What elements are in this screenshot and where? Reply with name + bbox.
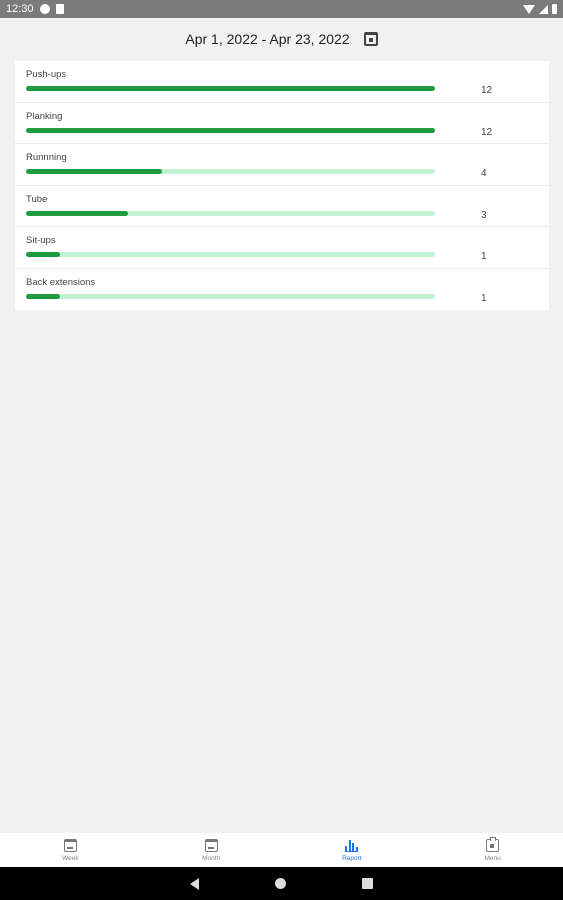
nav-label: Week <box>62 854 79 862</box>
exercise-count: 12 <box>481 126 493 138</box>
exercise-name: Runnning <box>26 152 67 163</box>
exercise-count: 3 <box>481 209 487 221</box>
exercise-name: Planking <box>26 110 63 122</box>
date-range-header: Apr 1, 2022 - Apr 23, 2022 <box>0 26 563 52</box>
wifi-icon <box>523 4 535 14</box>
nav-label: Menu <box>484 854 501 862</box>
progress-fill <box>26 210 129 216</box>
signal-icon <box>539 4 548 14</box>
back-icon[interactable] <box>190 877 199 890</box>
sd-card-icon <box>55 4 64 14</box>
nav-item-menu[interactable]: Menu <box>422 833 563 867</box>
progress-track <box>26 210 435 216</box>
exercise-count: 12 <box>481 85 493 96</box>
bar-chart-icon <box>345 839 359 852</box>
list-item[interactable]: Tube 3 <box>15 186 549 227</box>
status-bar: 12:30 <box>0 0 563 18</box>
calendar-icon[interactable] <box>363 32 378 46</box>
date-range[interactable]: Apr 1, 2022 - Apr 23, 2022 <box>185 31 349 47</box>
progress-fill <box>26 169 163 174</box>
calendar-icon <box>63 838 77 852</box>
exercise-name: Tube <box>26 193 48 205</box>
exercise-count: 1 <box>481 251 487 262</box>
exercise-count: 1 <box>481 292 487 304</box>
home-icon[interactable] <box>275 878 286 889</box>
progress-fill <box>26 86 435 91</box>
progress-fill <box>26 293 60 299</box>
nav-item-report[interactable]: Report <box>282 833 423 867</box>
system-nav-bar <box>0 867 563 900</box>
battery-icon <box>552 4 557 14</box>
list-item[interactable]: Back extensions 1 <box>15 269 549 311</box>
exercise-name: Sit-ups <box>26 235 56 246</box>
list-item[interactable]: Sit-ups 1 <box>15 227 549 269</box>
status-left: 12:30 <box>6 3 64 15</box>
progress-track <box>26 252 435 257</box>
nav-label: Report <box>342 854 362 862</box>
progress-fill <box>26 127 435 133</box>
nav-item-month[interactable]: Month <box>141 833 282 867</box>
nav-item-week[interactable]: Week <box>0 833 141 867</box>
list-item[interactable]: Runnning 4 <box>15 144 549 186</box>
status-time: 12:30 <box>6 3 34 15</box>
screen: 12:30 Apr 1, 2022 - Apr 23, 2022 Push-up… <box>0 0 563 900</box>
nav-label: Month <box>202 854 221 862</box>
list-item[interactable]: Planking 12 <box>15 103 549 144</box>
progress-track <box>26 293 435 299</box>
notification-icon <box>39 4 50 14</box>
progress-fill <box>26 252 60 257</box>
bottom-nav: Week Month Report Menu <box>0 833 563 867</box>
progress-track <box>26 169 435 174</box>
progress-track <box>26 86 435 91</box>
calendar-icon <box>204 838 218 852</box>
recents-icon[interactable] <box>362 878 373 889</box>
exercise-name: Back extensions <box>26 276 96 288</box>
progress-track <box>26 127 435 133</box>
exercise-name: Push-ups <box>26 69 67 80</box>
exercise-count: 4 <box>481 168 487 179</box>
clipboard-icon <box>486 836 500 852</box>
list-item[interactable]: Push-ups 12 <box>15 61 549 103</box>
exercise-list: Push-ups 12 Planking 12 Runnning 4 Tube <box>15 61 549 310</box>
status-right <box>523 4 557 14</box>
